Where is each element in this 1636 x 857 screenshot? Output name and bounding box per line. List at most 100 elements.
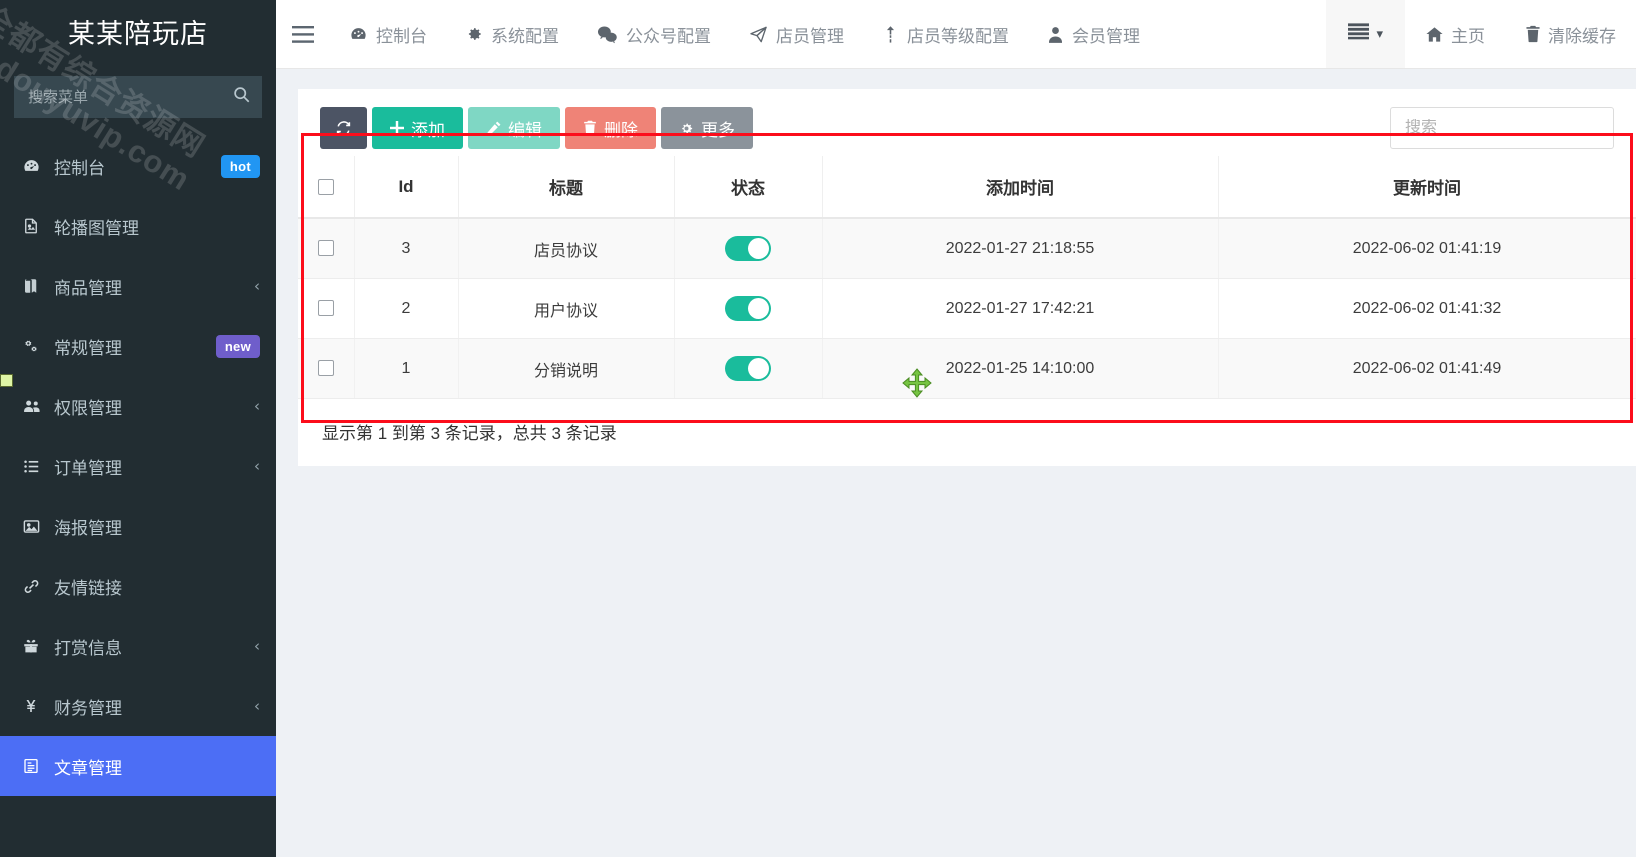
wechat-icon xyxy=(597,25,618,44)
row-checkbox-cell[interactable] xyxy=(298,338,355,399)
sidebar-item-label: 轮播图管理 xyxy=(54,218,139,238)
nav-item-member-manage[interactable]: 会员管理 xyxy=(1028,0,1159,68)
row-state-cell[interactable] xyxy=(674,218,823,279)
row-checkbox-cell[interactable] xyxy=(298,278,355,339)
table-row[interactable]: 2 用户协议 2022-01-27 17:42:21 2022-06-02 01… xyxy=(298,278,1636,339)
row-title: 分销说明 xyxy=(458,338,675,399)
green-marker-artifact xyxy=(0,374,13,387)
delete-button[interactable]: 删除 xyxy=(565,107,656,149)
sidebar-item-goods[interactable]: 商品管理 ‹ xyxy=(0,256,276,316)
search-icon[interactable] xyxy=(227,86,256,108)
row-added-time: 2022-01-27 17:42:21 xyxy=(822,278,1219,339)
table-header-row: Id 标题 状态 添加时间 更新时间 xyxy=(298,156,1636,219)
sidebar-item-links[interactable]: 友情链接 xyxy=(0,556,276,616)
edit-button[interactable]: 编辑 xyxy=(468,107,560,149)
more-button[interactable]: 更多 xyxy=(661,107,753,149)
sidebar: 全都有综合资源网 douyuvip.com 某某陪玩店 控制台 hot 轮播 xyxy=(0,0,276,857)
nav-item-label: 控制台 xyxy=(376,26,427,46)
sidebar-item-general[interactable]: 常规管理 new xyxy=(0,316,276,376)
nav-dropdown-toggle[interactable]: ▾ xyxy=(1326,0,1405,68)
sidebar-item-poster[interactable]: 海报管理 xyxy=(0,496,276,556)
table-search[interactable] xyxy=(1390,107,1614,149)
nav-item-staff-level-config[interactable]: 店员等级配置 xyxy=(863,0,1028,68)
status-toggle[interactable] xyxy=(725,356,771,381)
row-checkbox-cell[interactable] xyxy=(298,218,355,279)
sidebar-item-article[interactable]: 文章管理 xyxy=(0,736,276,796)
nav-item-label: 清除缓存 xyxy=(1548,26,1616,46)
row-state-cell[interactable] xyxy=(674,278,823,339)
row-state-cell[interactable] xyxy=(674,338,823,399)
add-button[interactable]: 添加 xyxy=(372,107,463,149)
trash-icon xyxy=(1525,25,1541,43)
users-icon xyxy=(22,396,54,416)
delete-button-label: 删除 xyxy=(604,120,638,140)
gear-icon xyxy=(679,121,694,136)
sidebar-item-label: 权限管理 xyxy=(54,398,122,418)
edit-button-label: 编辑 xyxy=(508,120,542,140)
table-search-input[interactable] xyxy=(1405,119,1612,137)
row-title: 用户协议 xyxy=(458,278,675,339)
row-checkbox[interactable] xyxy=(317,300,334,317)
nav-item-dashboard[interactable]: 控制台 xyxy=(330,0,446,68)
table-row[interactable]: 1 分销说明 2022-01-25 14:10:00 2022-06-02 01… xyxy=(298,338,1636,399)
nav-item-clear-cache[interactable]: 清除缓存 xyxy=(1505,0,1636,68)
chevron-left-icon: ‹ xyxy=(254,397,260,415)
sidebar-item-carousel[interactable]: 轮播图管理 xyxy=(0,196,276,256)
gear-icon xyxy=(465,25,483,43)
sidebar-item-dashboard[interactable]: 控制台 hot xyxy=(0,136,276,196)
row-updated-time: 2022-06-02 01:41:19 xyxy=(1218,218,1636,279)
column-updated-time[interactable]: 更新时间 xyxy=(1218,156,1636,219)
column-state[interactable]: 状态 xyxy=(674,156,823,219)
sidebar-item-label: 文章管理 xyxy=(54,758,122,778)
picture-icon xyxy=(22,517,54,536)
gift-icon xyxy=(22,637,54,655)
nav-item-wechat-config[interactable]: 公众号配置 xyxy=(578,0,730,68)
list-lines-icon xyxy=(1348,23,1370,45)
nav-item-system-config[interactable]: 系统配置 xyxy=(446,0,578,68)
column-select-all[interactable] xyxy=(298,156,355,219)
chevron-left-icon: ‹ xyxy=(254,637,260,655)
link-icon xyxy=(22,577,54,596)
sidebar-search-input[interactable] xyxy=(28,88,227,106)
image-file-icon xyxy=(22,217,54,235)
nav-item-label: 系统配置 xyxy=(491,26,559,46)
sidebar-item-label: 控制台 xyxy=(54,158,105,178)
sidebar-item-permission[interactable]: 权限管理 ‹ xyxy=(0,376,276,436)
sidebar-item-label: 友情链接 xyxy=(54,578,122,598)
status-toggle[interactable] xyxy=(725,296,771,321)
dashboard-icon xyxy=(22,157,54,176)
status-toggle[interactable] xyxy=(725,236,771,261)
table-toolbar: 添加 编辑 删除 更多 xyxy=(298,107,1636,153)
sidebar-item-label: 订单管理 xyxy=(54,458,122,478)
table-row[interactable]: 3 店员协议 2022-01-27 21:18:55 2022-06-02 01… xyxy=(298,218,1636,279)
row-id: 3 xyxy=(354,218,459,279)
refresh-button[interactable] xyxy=(320,107,367,149)
sidebar-item-label: 海报管理 xyxy=(54,518,122,538)
column-title[interactable]: 标题 xyxy=(458,156,675,219)
nav-item-home[interactable]: 主页 xyxy=(1405,0,1505,68)
column-id[interactable]: Id xyxy=(354,156,459,219)
user-icon xyxy=(1047,25,1064,44)
row-checkbox[interactable] xyxy=(317,360,334,377)
sidebar-item-label: 商品管理 xyxy=(54,278,122,298)
hamburger-icon[interactable] xyxy=(276,0,330,68)
badge-new: new xyxy=(215,334,260,358)
badge-hot: hot xyxy=(220,154,260,178)
brand-title: 某某陪玩店 xyxy=(68,18,208,49)
select-all-checkbox[interactable] xyxy=(317,179,334,196)
top-navbar: 控制台 系统配置 公众号配置 店员管理 店员等级配置 会员管理 ▾ 主页 清除缓… xyxy=(276,0,1636,69)
cogs-icon xyxy=(22,337,54,356)
nav-item-staff-manage[interactable]: 店员管理 xyxy=(730,0,863,68)
sidebar-item-reward[interactable]: 打赏信息 ‹ xyxy=(0,616,276,676)
sidebar-item-label: 打赏信息 xyxy=(54,638,122,658)
sidebar-item-finance[interactable]: 财务管理 ‹ xyxy=(0,676,276,736)
dashboard-icon xyxy=(349,25,368,44)
article-icon xyxy=(22,757,54,775)
article-panel: 添加 编辑 删除 更多 搜索 Id 标题 状态 添加时间 更新时间 3 店员协议… xyxy=(298,89,1636,466)
nav-item-label: 会员管理 xyxy=(1072,26,1140,46)
sidebar-item-order[interactable]: 订单管理 ‹ xyxy=(0,436,276,496)
chevron-left-icon: ‹ xyxy=(254,277,260,295)
row-checkbox[interactable] xyxy=(317,240,334,257)
column-added-time[interactable]: 添加时间 xyxy=(822,156,1219,219)
